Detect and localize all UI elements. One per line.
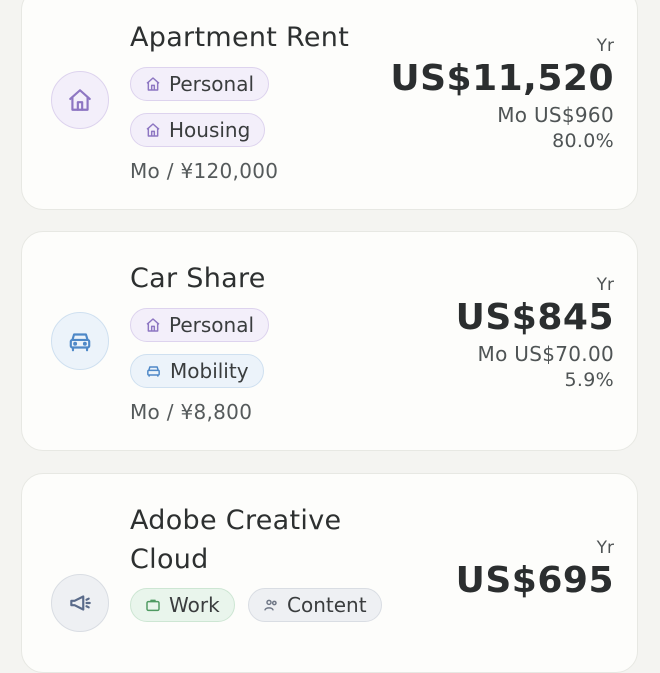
tag-label: Work — [169, 593, 220, 617]
expense-card-adobe-creative-cloud[interactable]: Adobe Creative Cloud Work Content Yr US$… — [21, 473, 638, 673]
tag-label: Mobility — [170, 359, 249, 383]
home-icon — [146, 123, 160, 137]
megaphone-icon — [51, 574, 109, 632]
tag-label: Personal — [169, 72, 255, 96]
tag-work[interactable]: Work — [130, 588, 235, 622]
tag-content[interactable]: Content — [248, 588, 382, 622]
expense-card-car-share[interactable]: Car Share Personal Mobility Mo / ¥8,800 … — [21, 231, 638, 451]
monthly-amount: Mo US$960 — [497, 103, 614, 127]
car-icon — [147, 366, 160, 377]
tag-housing[interactable]: Housing — [130, 113, 266, 147]
amount-summary: Yr US$11,520 Mo US$960 80.0% — [390, 36, 614, 152]
briefcase-icon — [146, 599, 160, 612]
people-icon — [264, 599, 277, 611]
home-icon — [146, 77, 160, 91]
yr-label: Yr — [596, 275, 614, 295]
annual-amount: US$695 — [455, 560, 614, 601]
tag-label: Content — [287, 593, 367, 617]
expense-list: Apartment Rent Personal Housing Mo / ¥12… — [0, 0, 660, 673]
share-percent: 80.0% — [552, 130, 614, 152]
expense-card-apartment-rent[interactable]: Apartment Rent Personal Housing Mo / ¥12… — [21, 0, 638, 210]
expense-title: Adobe Creative Cloud — [130, 505, 342, 575]
home-icon — [51, 71, 109, 129]
amount-summary: Yr US$845 Mo US$70.00 5.9% — [456, 275, 614, 391]
car-icon — [51, 312, 109, 370]
annual-amount: US$11,520 — [390, 58, 614, 99]
tag-label: Housing — [169, 118, 251, 142]
tag-label: Personal — [169, 313, 255, 337]
tag-personal[interactable]: Personal — [130, 67, 270, 101]
annual-amount: US$845 — [455, 297, 614, 338]
monthly-local-amount: Mo / ¥120,000 — [130, 159, 279, 183]
tag-mobility[interactable]: Mobility — [130, 354, 264, 388]
monthly-local-amount: Mo / ¥8,800 — [130, 400, 253, 424]
yr-label: Yr — [596, 36, 614, 56]
monthly-amount: Mo US$70.00 — [477, 342, 614, 366]
yr-label: Yr — [596, 538, 614, 558]
expense-title: Apartment Rent — [130, 22, 350, 53]
share-percent: 5.9% — [564, 369, 614, 391]
tag-personal[interactable]: Personal — [130, 308, 270, 342]
home-icon — [146, 318, 160, 332]
amount-summary: Yr US$695 — [456, 538, 614, 601]
expense-title: Car Share — [130, 263, 266, 294]
